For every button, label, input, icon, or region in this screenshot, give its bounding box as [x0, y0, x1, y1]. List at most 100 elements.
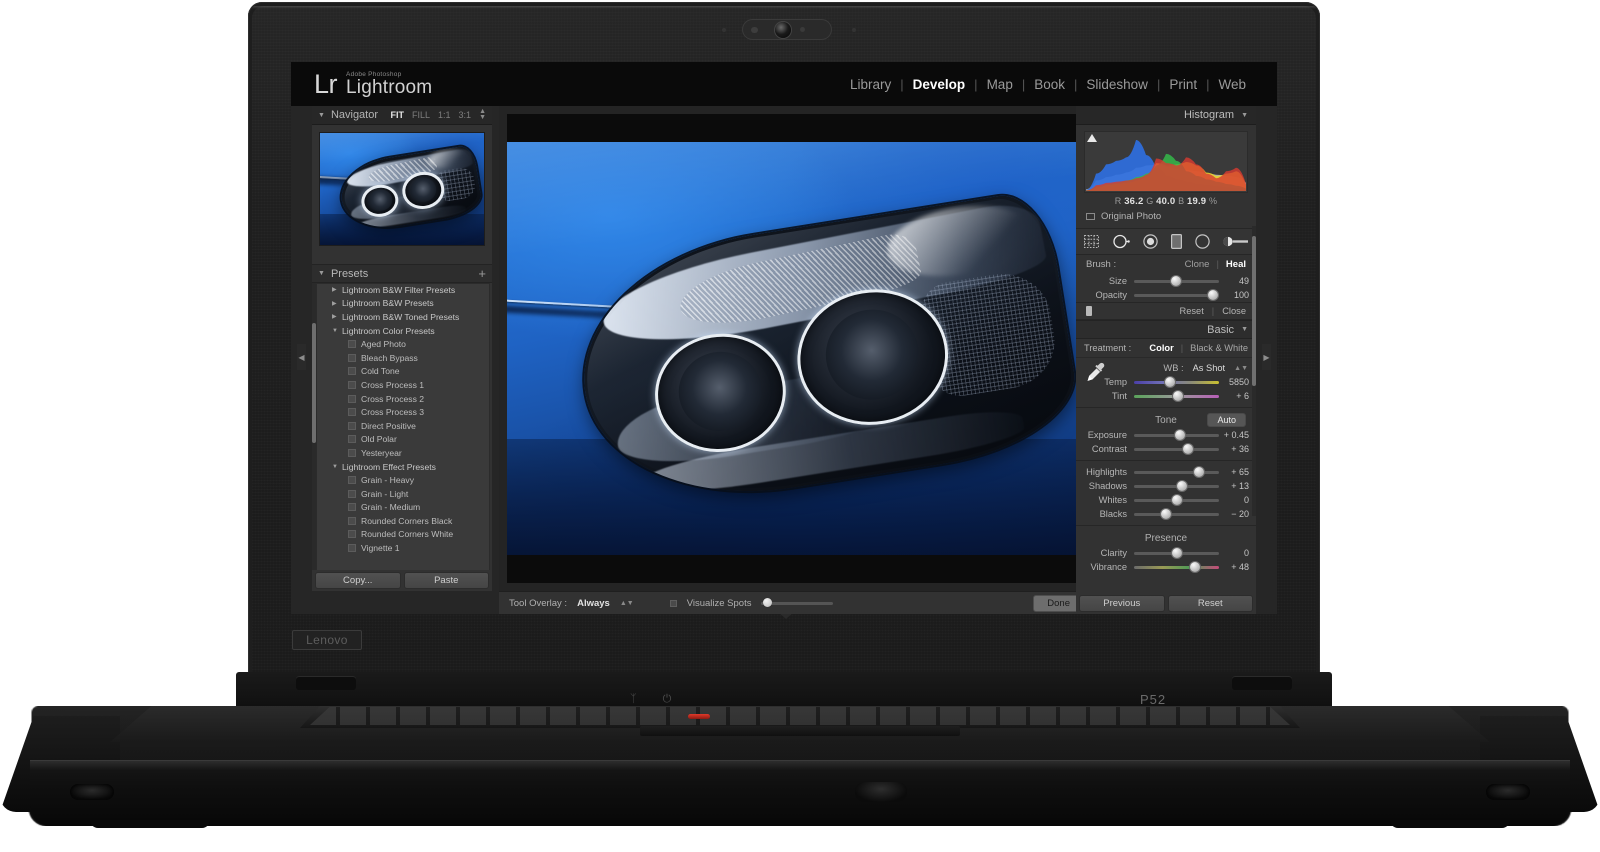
keyboard-keys[interactable] — [310, 707, 1290, 725]
module-book[interactable]: Book — [1025, 77, 1074, 92]
chevron-down-icon[interactable]: ▼ — [332, 328, 338, 334]
visualize-spots-slider[interactable] — [761, 602, 833, 605]
clarity-knob[interactable] — [1172, 548, 1182, 558]
eyedropper-icon[interactable] — [1085, 361, 1107, 385]
list-item[interactable]: Cross Process 2 — [316, 392, 490, 406]
nav-mode-fill[interactable]: FILL — [412, 110, 430, 120]
whites-track[interactable] — [1134, 499, 1219, 502]
list-item[interactable]: Direct Positive — [316, 419, 490, 433]
brush-mode-clone[interactable]: Clone — [1185, 259, 1210, 270]
tool-overlay-value[interactable]: Always — [577, 598, 610, 609]
nav-mode-fit[interactable]: FIT — [391, 110, 405, 120]
highlights-track[interactable] — [1134, 471, 1219, 474]
module-library[interactable]: Library — [841, 77, 900, 92]
list-item[interactable]: Yesteryear — [316, 446, 490, 460]
list-item[interactable]: Cross Process 1 — [316, 378, 490, 392]
right-panel-collapse-arrow[interactable]: ▶ — [1262, 344, 1271, 370]
shadows-knob[interactable] — [1177, 481, 1187, 491]
navigator-thumbnail[interactable] — [320, 133, 484, 245]
contrast-slider-row[interactable]: Contrast + 36 — [1076, 442, 1256, 456]
list-item[interactable]: Vignette 1 — [316, 541, 490, 555]
list-item[interactable]: Bleach Bypass — [316, 351, 490, 365]
module-map[interactable]: Map — [978, 77, 1022, 92]
histogram-header[interactable]: Histogram ▼ — [1076, 106, 1256, 125]
copy-button[interactable]: Copy... — [315, 572, 401, 589]
preset-group-bw[interactable]: ▶ Lightroom B&W Presets — [316, 297, 490, 311]
spot-reset-button[interactable]: Reset — [1180, 306, 1204, 316]
preset-group-bw-filter[interactable]: ▶ Lightroom B&W Filter Presets — [316, 283, 490, 297]
tint-knob[interactable] — [1173, 391, 1183, 401]
list-item[interactable]: Grain - Heavy — [316, 473, 490, 487]
list-item[interactable]: Old Polar — [316, 433, 490, 447]
module-print[interactable]: Print — [1160, 77, 1206, 92]
visualize-spots-slider-knob[interactable] — [763, 598, 772, 607]
nav-zoom-stepper-icon[interactable]: ▲▼ — [479, 109, 486, 121]
exposure-knob[interactable] — [1175, 430, 1185, 440]
exposure-track[interactable] — [1134, 434, 1219, 437]
tint-slider-row[interactable]: Tint + 6 — [1076, 389, 1256, 403]
presets-header[interactable]: ▼ Presets + — [312, 264, 492, 283]
chevron-down-icon[interactable]: ▼ — [318, 270, 325, 277]
temp-knob[interactable] — [1165, 377, 1175, 387]
develop-tool-strip[interactable] — [1076, 229, 1256, 255]
visualize-spots-checkbox[interactable] — [670, 600, 677, 607]
nav-mode-1-1[interactable]: 1:1 — [438, 110, 451, 120]
chevron-right-icon[interactable]: ▶ — [332, 286, 337, 293]
navigator-header[interactable]: ▼ Navigator FIT FILL 1:1 3:1 ▲▼ — [312, 106, 492, 125]
tint-track[interactable] — [1134, 395, 1219, 398]
chevron-down-icon[interactable]: ▼ — [1241, 326, 1248, 333]
contrast-track[interactable] — [1134, 448, 1219, 451]
list-item[interactable]: Grain - Light — [316, 487, 490, 501]
spot-close-button[interactable]: Close — [1222, 306, 1246, 316]
brush-opacity-knob[interactable] — [1208, 290, 1218, 300]
add-preset-button[interactable]: + — [478, 266, 486, 281]
tool-overlay-stepper-icon[interactable]: ▲▼ — [620, 600, 634, 607]
trackpoint-nub[interactable] — [688, 714, 710, 719]
crop-overlay-icon[interactable] — [1084, 235, 1099, 248]
chevron-right-icon[interactable]: ▶ — [332, 300, 337, 307]
brush-size-track[interactable] — [1134, 280, 1219, 283]
paste-button[interactable]: Paste — [404, 572, 490, 589]
previous-button[interactable]: Previous — [1079, 595, 1165, 612]
treatment-color-option[interactable]: Color — [1149, 343, 1173, 353]
shadows-slider-row[interactable]: Shadows + 13 — [1076, 479, 1256, 493]
auto-tone-button[interactable]: Auto — [1207, 413, 1246, 427]
graduated-filter-icon[interactable] — [1171, 234, 1182, 249]
vibrance-knob[interactable] — [1190, 562, 1200, 572]
list-item[interactable]: Cold Tone — [316, 365, 490, 379]
right-panel-scrollbar-thumb[interactable] — [1252, 236, 1256, 386]
wb-stepper-icon[interactable]: ▲▼ — [1234, 365, 1248, 372]
brush-opacity-track[interactable] — [1134, 294, 1219, 297]
red-eye-correction-icon[interactable] — [1143, 234, 1158, 249]
chevron-down-icon[interactable]: ▼ — [1241, 112, 1248, 119]
preset-group-effect[interactable]: ▼ Lightroom Effect Presets — [316, 460, 490, 474]
blacks-knob[interactable] — [1161, 509, 1171, 519]
preset-group-bw-toned[interactable]: ▶ Lightroom B&W Toned Presets — [316, 310, 490, 324]
temp-track[interactable] — [1134, 381, 1219, 384]
module-web[interactable]: Web — [1209, 77, 1255, 92]
presets-list[interactable]: ▶ Lightroom B&W Filter Presets ▶ Lightro… — [316, 283, 490, 575]
vibrance-slider-row[interactable]: Vibrance + 48 — [1076, 560, 1256, 574]
brush-mode-heal[interactable]: Heal — [1226, 259, 1246, 270]
chevron-right-icon[interactable]: ▶ — [332, 313, 337, 320]
clarity-track[interactable] — [1134, 552, 1219, 555]
highlights-slider-row[interactable]: Highlights + 65 — [1076, 465, 1256, 479]
nav-mode-3-1[interactable]: 3:1 — [459, 110, 472, 120]
chevron-down-icon[interactable]: ▼ — [332, 464, 338, 470]
preset-group-color[interactable]: ▼ Lightroom Color Presets — [316, 324, 490, 338]
blacks-track[interactable] — [1134, 513, 1219, 516]
highlights-knob[interactable] — [1194, 467, 1204, 477]
adjustment-brush-icon[interactable] — [1223, 235, 1249, 248]
spot-removal-icon[interactable] — [1112, 234, 1130, 249]
whites-slider-row[interactable]: Whites 0 — [1076, 493, 1256, 507]
whites-knob[interactable] — [1172, 495, 1182, 505]
navigator-zoom-modes[interactable]: FIT FILL 1:1 3:1 ▲▼ — [391, 109, 486, 121]
module-slideshow[interactable]: Slideshow — [1077, 77, 1157, 92]
wb-value[interactable]: As Shot — [1193, 363, 1226, 373]
histogram-chart[interactable] — [1084, 131, 1248, 193]
module-develop[interactable]: Develop — [904, 77, 975, 92]
brush-opacity-slider-row[interactable]: Opacity 100 — [1076, 288, 1256, 302]
touchpad[interactable] — [640, 726, 960, 736]
clone-stamp-icon[interactable] — [1086, 306, 1092, 316]
list-item[interactable]: Cross Process 3 — [316, 405, 490, 419]
